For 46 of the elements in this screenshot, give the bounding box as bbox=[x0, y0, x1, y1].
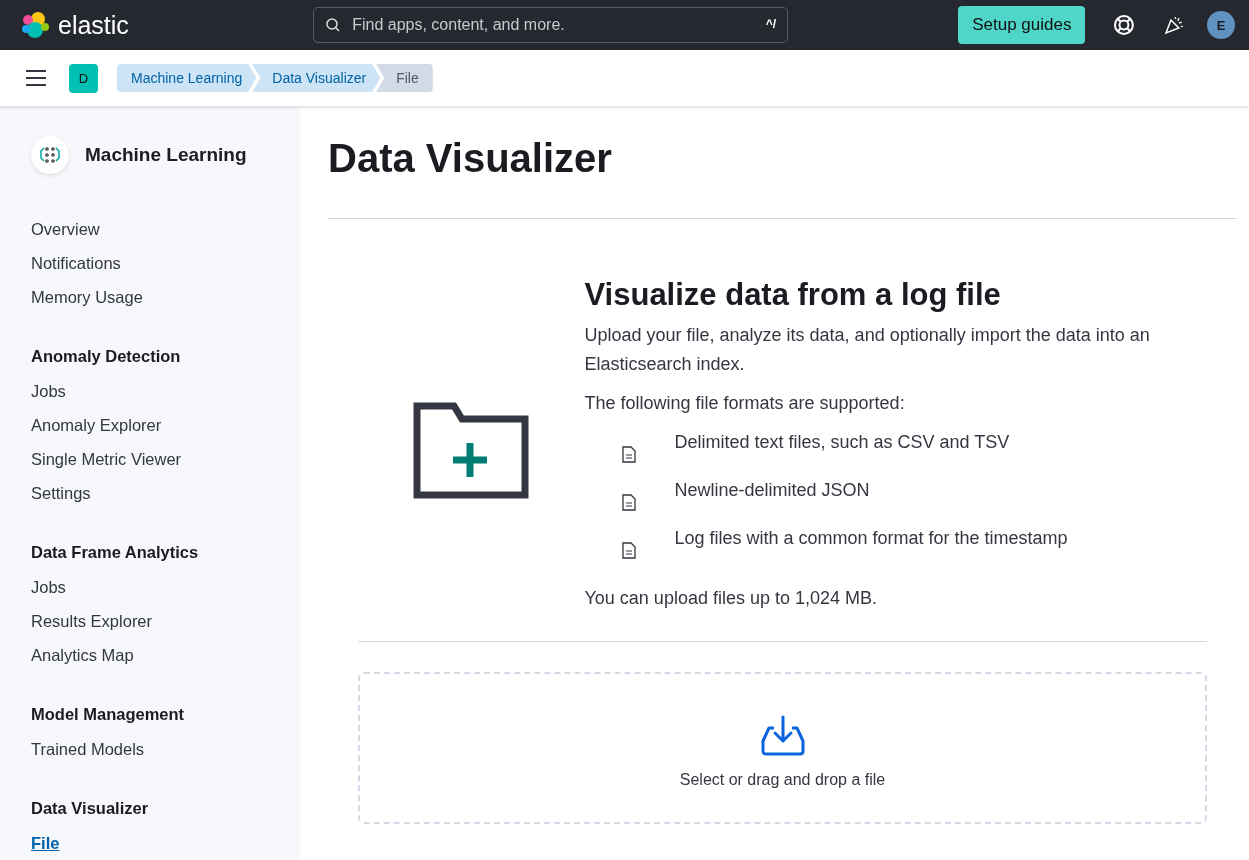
nav-item[interactable]: Jobs bbox=[31, 570, 66, 604]
drop-zone-label: Select or drag and drop a file bbox=[679, 771, 886, 789]
breadcrumb[interactable]: Machine Learning bbox=[117, 64, 257, 92]
upload-tray-icon bbox=[759, 715, 806, 757]
party-popper-icon[interactable] bbox=[1163, 14, 1186, 36]
nav-group-title: Data Visualizer bbox=[31, 797, 150, 819]
nav-item[interactable]: Analytics Map bbox=[31, 638, 134, 672]
document-icon bbox=[622, 494, 637, 511]
nav-item[interactable]: Trained Models bbox=[31, 732, 145, 766]
sidebar-title: Machine Learning bbox=[85, 144, 247, 166]
nav-item[interactable]: File bbox=[31, 826, 60, 860]
breadcrumb[interactable]: Data Visualizer bbox=[252, 64, 381, 92]
breadcrumb[interactable]: File bbox=[376, 64, 433, 92]
document-icon bbox=[622, 542, 637, 559]
help-lifebuoy-icon[interactable] bbox=[1113, 14, 1136, 36]
shortcut-hint: ^/ bbox=[765, 17, 777, 31]
machine-learning-icon bbox=[31, 136, 69, 174]
file-drop-zone[interactable]: Select or drag and drop a file bbox=[358, 672, 1207, 824]
nav-group-title: Anomaly Detection bbox=[31, 345, 182, 367]
nav-item[interactable]: Anomaly Explorer bbox=[31, 408, 162, 442]
nav-item[interactable]: Jobs bbox=[31, 374, 66, 408]
nav-item[interactable]: Settings bbox=[31, 476, 91, 510]
section-heading: Visualize data from a log file bbox=[584, 277, 1002, 313]
folder-plus-icon bbox=[413, 402, 530, 499]
nav-item[interactable]: Single Metric Viewer bbox=[31, 442, 182, 476]
setup-guides-button[interactable]: Setup guides bbox=[958, 6, 1086, 44]
format-item: Log files with a common format for the timestamp bbox=[674, 527, 1068, 550]
nav-group-title: Model Management bbox=[31, 703, 186, 725]
nav-item[interactable]: Memory Usage bbox=[31, 280, 143, 314]
format-item: Newline-delimited JSON bbox=[674, 479, 870, 502]
logo-icon[interactable] bbox=[20, 10, 50, 40]
description-text: Upload your file, analyze its data, and optionally import the data into an Elasticsearch index. bbox=[584, 324, 1151, 376]
search-icon bbox=[325, 17, 342, 33]
menu-icon[interactable] bbox=[25, 69, 47, 87]
page-title: Data Visualizer bbox=[328, 136, 613, 182]
nav-item[interactable]: Results Explorer bbox=[31, 604, 153, 638]
formats-intro: The following file formats are supported: bbox=[584, 392, 906, 415]
logo-text: elastic bbox=[58, 10, 129, 40]
space-badge[interactable]: D bbox=[69, 63, 98, 93]
nav-group-title: Data Frame Analytics bbox=[31, 541, 200, 563]
document-icon bbox=[622, 446, 637, 463]
nav-item[interactable]: Notifications bbox=[31, 246, 121, 280]
user-avatar[interactable]: E bbox=[1207, 11, 1235, 39]
format-item: Delimited text files, such as CSV and TSV bbox=[674, 431, 1010, 454]
upload-limit-text: You can upload files up to 1,024 MB. bbox=[584, 587, 878, 610]
nav-item[interactable]: Overview bbox=[31, 212, 100, 246]
